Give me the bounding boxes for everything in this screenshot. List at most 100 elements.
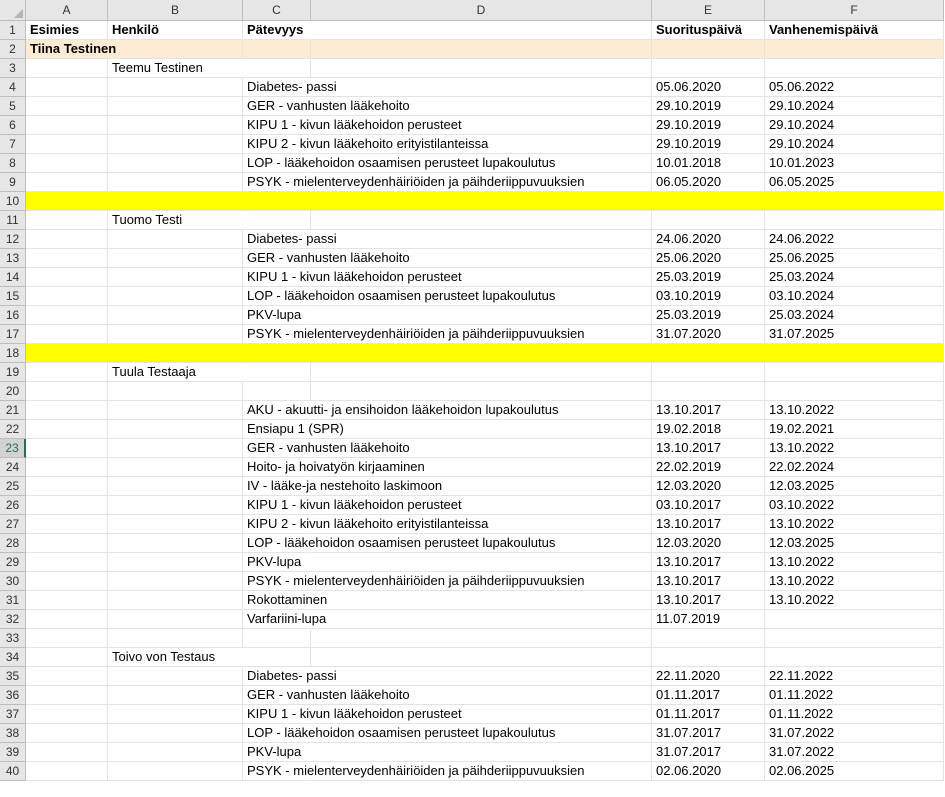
competence-cell[interactable]: KIPU 1 - kivun lääkehoidon perusteet [243,705,462,724]
competence-cell[interactable]: LOP - lääkehoidon osaamisen perusteet lu… [243,154,555,173]
cell[interactable] [26,97,108,116]
expiry-date-cell[interactable]: 10.01.2023 [765,154,944,173]
cell[interactable] [26,344,108,363]
completion-date-cell[interactable]: 10.01.2018 [652,154,765,173]
completion-date-cell[interactable]: 31.07.2017 [652,743,765,762]
person-name-cell[interactable]: Toivo von Testaus [108,648,243,667]
cell[interactable] [26,363,108,382]
cell[interactable] [108,705,243,724]
competence-cell[interactable]: IV - lääke-ja nestehoito laskimoon [243,477,442,496]
cell[interactable] [311,230,652,249]
expiry-date-cell[interactable]: 02.06.2025 [765,762,944,781]
completion-date-cell[interactable]: 29.10.2019 [652,116,765,135]
completion-date-cell[interactable]: 13.10.2017 [652,591,765,610]
cell[interactable] [108,610,243,629]
header-cell-vanhenemispaiva[interactable]: Vanhenemispäivä [765,21,944,40]
row-header[interactable]: 38 [0,724,26,743]
cell[interactable] [108,534,243,553]
cell[interactable] [26,458,108,477]
cell[interactable] [108,553,243,572]
row-header[interactable]: 1 [0,21,26,40]
cell[interactable] [108,268,243,287]
row-header[interactable]: 2 [0,40,26,59]
cell[interactable] [311,553,652,572]
supervisor-name-cell[interactable]: Tiina Testinen [26,40,116,59]
cell[interactable] [26,515,108,534]
expiry-date-cell[interactable]: 29.10.2024 [765,135,944,154]
row-header[interactable]: 30 [0,572,26,591]
row-header[interactable]: 29 [0,553,26,572]
expiry-date-cell[interactable]: 05.06.2022 [765,78,944,97]
cell[interactable] [311,211,652,230]
cell[interactable] [26,192,108,211]
expiry-date-cell[interactable]: 25.03.2024 [765,268,944,287]
cell[interactable] [652,40,765,59]
competence-cell[interactable]: KIPU 1 - kivun lääkehoidon perusteet [243,496,462,515]
cell[interactable] [765,344,944,363]
cell[interactable] [26,629,108,648]
cell[interactable] [311,306,652,325]
cell[interactable] [108,382,243,401]
cell[interactable] [26,59,108,78]
row-header[interactable]: 40 [0,762,26,781]
row-header[interactable]: 19 [0,363,26,382]
cell[interactable] [108,762,243,781]
completion-date-cell[interactable]: 03.10.2017 [652,496,765,515]
row-header[interactable]: 22 [0,420,26,439]
cell[interactable] [26,325,108,344]
cell[interactable] [652,59,765,78]
cell[interactable] [311,59,652,78]
competence-cell[interactable]: KIPU 1 - kivun lääkehoidon perusteet [243,268,462,287]
competence-cell[interactable]: LOP - lääkehoidon osaamisen perusteet lu… [243,724,555,743]
competence-cell[interactable]: PSYK - mielenterveydenhäiriöiden ja päih… [243,762,584,781]
row-header[interactable]: 7 [0,135,26,154]
row-header[interactable]: 18 [0,344,26,363]
column-header-a[interactable]: A [26,0,108,21]
cell[interactable] [108,97,243,116]
cell[interactable] [26,724,108,743]
row-header[interactable]: 3 [0,59,26,78]
cell[interactable] [243,648,311,667]
cell[interactable] [26,553,108,572]
expiry-date-cell[interactable]: 13.10.2022 [765,401,944,420]
row-header[interactable]: 8 [0,154,26,173]
cell[interactable] [311,78,652,97]
competence-cell[interactable]: Varfariini-lupa [243,610,326,629]
competence-cell[interactable]: PSYK - mielenterveydenhäiriöiden ja päih… [243,325,584,344]
completion-date-cell[interactable]: 13.10.2017 [652,572,765,591]
cell[interactable] [311,382,652,401]
cell[interactable] [26,743,108,762]
cell[interactable] [311,591,652,610]
cell[interactable] [26,230,108,249]
completion-date-cell[interactable]: 03.10.2019 [652,287,765,306]
competence-cell[interactable]: Diabetes- passi [243,230,337,249]
cell[interactable] [108,515,243,534]
completion-date-cell[interactable]: 24.06.2020 [652,230,765,249]
cell[interactable] [108,667,243,686]
expiry-date-cell[interactable]: 03.10.2022 [765,496,944,515]
cell[interactable] [108,154,243,173]
cell[interactable] [108,420,243,439]
cell[interactable] [108,344,243,363]
expiry-date-cell[interactable]: 01.11.2022 [765,686,944,705]
cell[interactable] [26,591,108,610]
cell[interactable] [26,135,108,154]
competence-cell[interactable]: GER - vanhusten lääkehoito [243,439,410,458]
cell[interactable] [243,192,311,211]
expiry-date-cell[interactable]: 12.03.2025 [765,477,944,496]
column-header-c[interactable]: C [243,0,311,21]
column-header-e[interactable]: E [652,0,765,21]
cell[interactable] [108,230,243,249]
cell[interactable] [765,629,944,648]
cell[interactable] [26,420,108,439]
completion-date-cell[interactable]: 31.07.2017 [652,724,765,743]
cell[interactable] [765,648,944,667]
cell[interactable] [26,211,108,230]
column-header-f[interactable]: F [765,0,944,21]
completion-date-cell[interactable]: 06.05.2020 [652,173,765,192]
cell[interactable] [108,325,243,344]
cell[interactable] [311,610,652,629]
cell[interactable] [765,610,944,629]
cell[interactable] [26,667,108,686]
cell[interactable] [108,78,243,97]
